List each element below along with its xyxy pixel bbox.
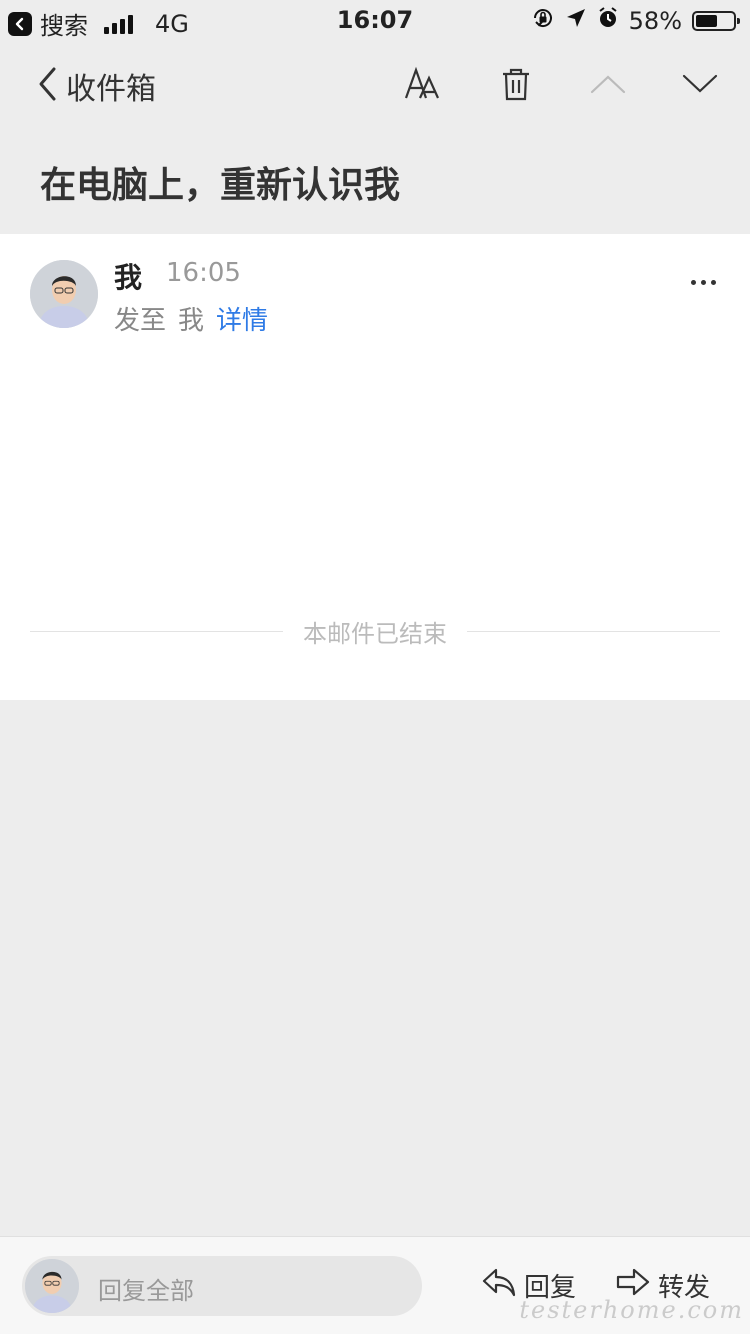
watermark: testerhome.com (519, 1296, 744, 1324)
mail-subject: 在电脑上，重新认识我 (40, 165, 401, 206)
dot (711, 280, 716, 285)
chevron-left-icon (36, 66, 58, 106)
recipient-row: 发至 我 详情 (114, 300, 268, 337)
sender-name[interactable]: 我 (114, 256, 142, 296)
reply-all-input[interactable]: 回复全部 (22, 1256, 422, 1316)
reply-icon (482, 1267, 516, 1304)
status-bar: 搜索 4G 16:07 58% (0, 0, 750, 40)
recipient-name[interactable]: 我 (178, 300, 204, 337)
reply-all-placeholder: 回复全部 (98, 1277, 194, 1305)
sent-to-label: 发至 (114, 306, 167, 336)
orientation-lock-icon (531, 6, 555, 36)
more-options-icon[interactable] (691, 280, 716, 285)
sent-time: 16:05 (166, 258, 241, 288)
back-label: 收件箱 (66, 72, 156, 107)
mail-end-marker: 本邮件已结束 (30, 614, 720, 649)
dot (691, 280, 696, 285)
avatar (25, 1259, 79, 1313)
trash-icon[interactable] (494, 62, 538, 106)
details-link[interactable]: 详情 (216, 300, 268, 337)
font-size-icon[interactable] (402, 62, 446, 106)
location-arrow-icon (565, 7, 587, 35)
battery-cap (737, 18, 740, 24)
battery-icon (692, 11, 740, 31)
mail-card: 我 16:05 发至 我 详情 本邮件已结束 (0, 234, 750, 700)
mail-end-text: 本邮件已结束 (303, 620, 447, 648)
divider (30, 631, 283, 632)
chevron-down-icon[interactable] (678, 62, 722, 106)
divider (467, 631, 720, 632)
nav-bar: 收件箱 (0, 40, 750, 128)
avatar[interactable] (30, 260, 98, 328)
battery-fill (696, 15, 717, 27)
bottom-bar: 回复全部 回复 转发 testerhome.com (0, 1236, 750, 1334)
alarm-icon (597, 7, 619, 35)
status-right: 58% (531, 6, 740, 36)
battery-percent: 58% (628, 7, 682, 35)
back-to-inbox-button[interactable]: 收件箱 (36, 64, 156, 108)
chevron-up-icon[interactable] (586, 62, 630, 106)
dot (701, 280, 706, 285)
